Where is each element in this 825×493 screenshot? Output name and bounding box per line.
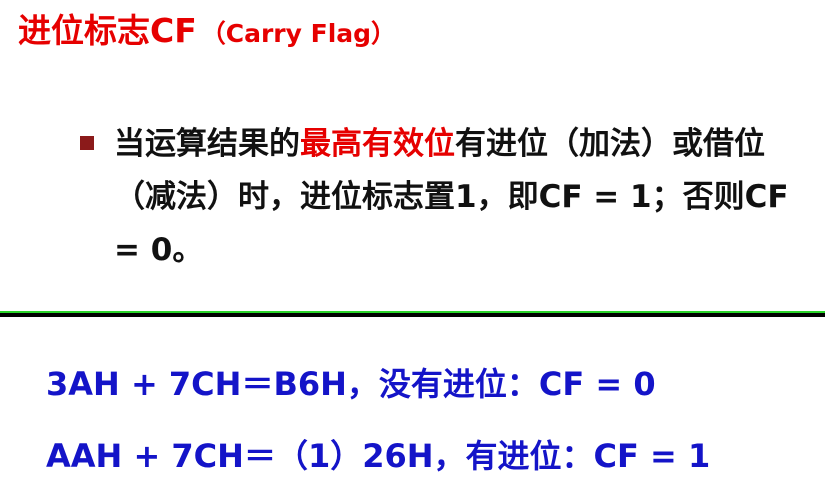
slide-title: 进位标志CF （Carry Flag）: [18, 14, 396, 47]
title-subtitle: （Carry Flag）: [200, 19, 397, 48]
divider-line: [0, 311, 825, 317]
example-no-carry: 3AH + 7CH＝B6H，没有进位：CF = 0: [46, 365, 656, 403]
example-with-carry: AAH + 7CH＝（1）26H，有进位：CF = 1: [46, 437, 711, 475]
title-main: 进位标志CF: [18, 11, 197, 50]
bullet-highlight: 最高有效位: [300, 126, 455, 162]
slide: 进位标志CF （Carry Flag） 当运算结果的最高有效位有进位（加法）或借位…: [0, 0, 825, 493]
bullet-text: 当运算结果的最高有效位有进位（加法）或借位（减法）时，进位标志置1，即CF = …: [114, 118, 800, 277]
square-bullet-icon: [80, 136, 94, 150]
bullet-text-before: 当运算结果的: [114, 126, 300, 162]
